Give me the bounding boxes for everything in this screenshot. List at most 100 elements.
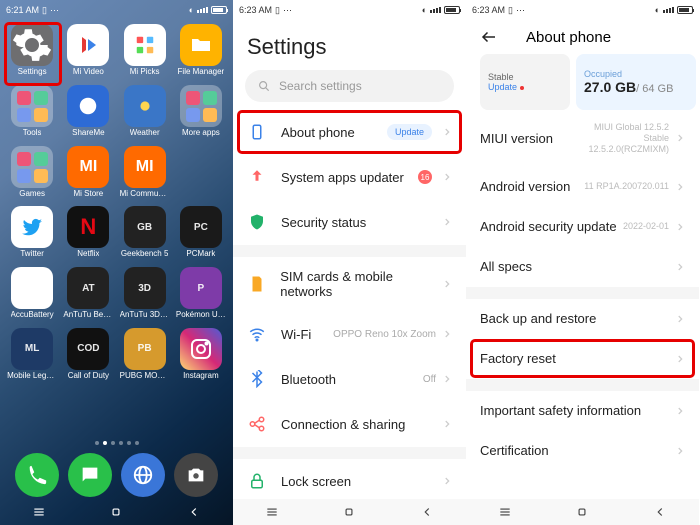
app-icon: PC [180,206,222,248]
card-b-used: 27.0 GB [584,79,636,95]
app-games[interactable]: Games [7,146,57,199]
dock-messages[interactable] [68,453,112,497]
app-call-of-duty[interactable]: CODCall of Duty [63,328,113,381]
nav-menu[interactable] [265,505,279,519]
battery-icon [677,6,693,14]
app-pubg-mobile[interactable]: PBPUBG MOBILE [120,328,170,381]
app-label: Mi Store [73,190,103,199]
signal-icon [663,7,674,13]
sim-icon [247,274,266,294]
nav-menu[interactable] [498,505,512,519]
clock: 6:21 AM [6,5,39,15]
app-geekbench-5[interactable]: GBGeekbench 5 [120,206,170,259]
app-instagram[interactable]: Instagram [176,328,226,381]
about-item-android-security-update[interactable]: Android security update2022-02-01 [466,207,699,247]
sim-slot-icon: ▯ [275,5,280,16]
app-pokémon-unite[interactable]: PPokémon UNITE [176,267,226,320]
item-right: Update [387,124,452,140]
miui-card[interactable]: Stable Update [480,54,570,110]
settings-item-connection-&-sharing[interactable]: Connection & sharing [233,402,466,447]
clock: 6:23 AM [472,5,505,15]
about-item-factory-reset[interactable]: Factory reset [466,339,699,379]
settings-item-security-status[interactable]: Security status [233,200,466,245]
app-antutu-benchmark[interactable]: ATAnTuTu Benchmark [63,267,113,320]
item-right [675,314,685,324]
app-label: ShareMe [72,129,104,138]
settings-list: About phoneUpdateSystem apps updater16Se… [233,110,466,504]
dock-camera[interactable] [174,453,218,497]
app-pcmark[interactable]: PCPCMark [176,206,226,259]
item-label: Certification [480,443,549,458]
chevron-right-icon [442,419,452,429]
app-tools[interactable]: Tools [7,85,57,138]
about-item-android-version[interactable]: Android version11 RP1A.200720.011 [466,167,699,207]
settings-item-system-apps-updater[interactable]: System apps updater16 [233,155,466,200]
dock-browser[interactable] [121,453,165,497]
chevron-right-icon [675,406,685,416]
app-mi-picks[interactable]: Mi Picks [120,24,170,77]
settings-item-bluetooth[interactable]: BluetoothOff [233,357,466,402]
settings-item-lock-screen[interactable]: Lock screen [233,459,466,504]
app-icon: N [67,206,109,248]
about-item-back-up-and-restore[interactable]: Back up and restore [466,299,699,339]
app-weather[interactable]: Weather [120,85,170,138]
dock [0,453,233,497]
app-mi-video[interactable]: Mi Video [63,24,113,77]
app-mi-community[interactable]: MIMi Community [120,146,170,199]
search-input[interactable]: Search settings [245,70,454,102]
app-mobile-legends:[interactable]: MLMobile Legends: [7,328,57,381]
app-label: AnTuTu Benchmark [63,311,113,320]
item-label: MIUI version [480,131,553,146]
app-icon: BAT [11,267,53,309]
nav-home[interactable] [575,505,589,519]
about-item-miui-version[interactable]: MIUI version MIUI Global 12.5.2 Stable 12… [466,110,699,167]
nav-menu[interactable] [32,505,46,519]
app-twitter[interactable]: Twitter [7,206,57,259]
app-settings[interactable]: Settings [7,24,57,77]
settings-item-wi-fi[interactable]: Wi-FiOPPO Reno 10x Zoom [233,312,466,357]
about-item-important-safety-information[interactable]: Important safety information [466,391,699,431]
nav-back[interactable] [420,505,434,519]
about-list: MIUI version MIUI Global 12.5.2 Stable 12… [466,110,699,471]
more-icon: ⋯ [50,5,59,16]
chevron-right-icon [675,446,685,456]
app-label: Mi Community [120,190,170,199]
back-icon[interactable] [480,28,498,46]
notif-icon: ◐ [189,5,194,15]
item-right [442,419,452,429]
item-right: MIUI Global 12.5.2 Stable 12.5.2.0(RCZMI… [588,122,685,154]
app-label: Mi Video [73,68,104,77]
item-label: Connection & sharing [281,417,405,432]
app-more-apps[interactable]: More apps [176,85,226,138]
update-badge: Update [387,124,432,140]
nav-back[interactable] [187,505,201,519]
app-mi-store[interactable]: MIMi Store [63,146,113,199]
item-right [675,262,685,272]
storage-card[interactable]: Occupied 27.0 GB/ 64 GB [576,54,696,110]
page-title: Settings [233,18,466,70]
item-right [442,476,452,486]
app-[interactable] [176,146,226,199]
app-label: Mobile Legends: [7,372,57,381]
app-antutu-3dbench-lite[interactable]: 3DAnTuTu 3DBench Lite [120,267,170,320]
nav-home[interactable] [342,505,356,519]
nav-home[interactable] [109,505,123,519]
app-shareme[interactable]: ShareMe [63,85,113,138]
folder-icon [11,146,53,188]
settings-item-sim-cards-&-mobile-networks[interactable]: SIM cards & mobile networks [233,257,466,312]
item-label: Back up and restore [480,311,596,326]
about-item-certification[interactable]: Certification [466,431,699,471]
app-file-manager[interactable]: File Manager [176,24,226,77]
notif-icon: ◐ [655,5,660,15]
about-item-all-specs[interactable]: All specs [466,247,699,287]
app-netflix[interactable]: NNetflix [63,206,113,259]
item-right: 16 [418,170,452,184]
dock-phone[interactable] [15,453,59,497]
chevron-right-icon [442,217,452,227]
phone-icon [247,122,267,142]
settings-item-about-phone[interactable]: About phoneUpdate [233,110,466,155]
bt-icon [247,369,267,389]
navbar [233,499,466,525]
nav-back[interactable] [653,505,667,519]
app-accubattery[interactable]: BATAccuBattery [7,267,57,320]
